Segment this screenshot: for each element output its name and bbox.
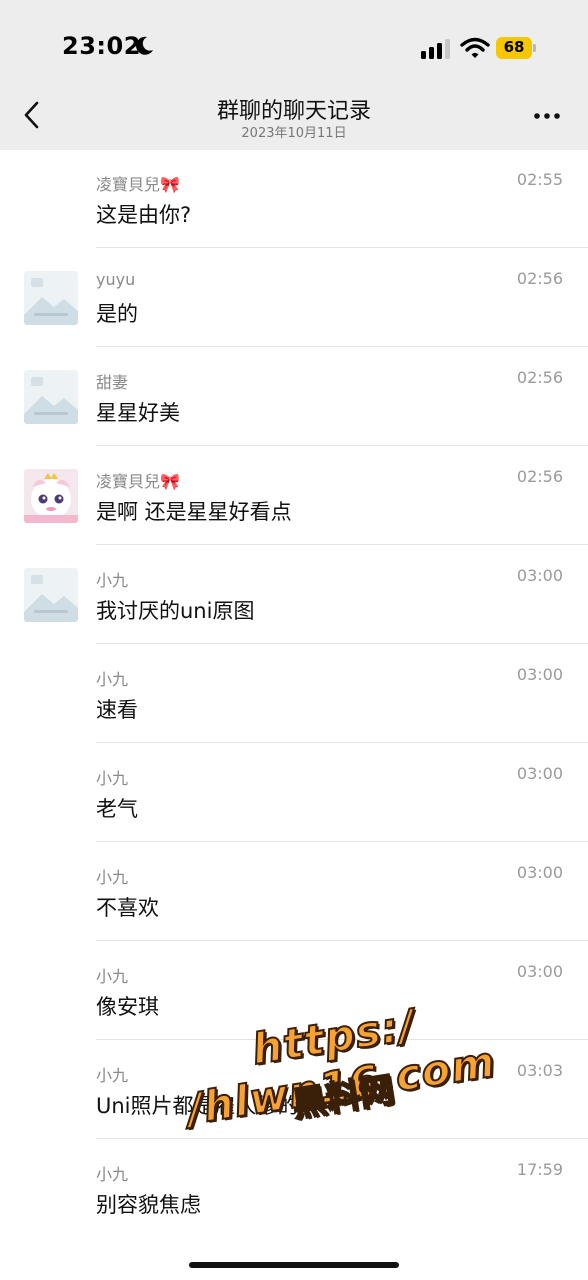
avatar-cartoon[interactable]: [24, 469, 78, 523]
message-row[interactable]: 凌寶貝兒🎀 02:55 这是由你?: [0, 150, 588, 247]
message-text: 老气: [96, 797, 138, 821]
message-sender: 小九: [96, 868, 129, 887]
message-row[interactable]: 小九 03:00 我讨厌的uni原图: [0, 544, 588, 643]
more-options-button[interactable]: [532, 106, 562, 126]
back-button[interactable]: [20, 100, 44, 130]
avatar-placeholder[interactable]: [24, 271, 78, 325]
message-time: 03:00: [516, 764, 563, 783]
message-time: 03:00: [516, 962, 563, 981]
message-sender: 小九: [96, 670, 129, 689]
message-text: 不喜欢: [96, 896, 159, 920]
row-divider: [96, 247, 588, 248]
wifi-icon: [460, 37, 490, 58]
message-time: 03:00: [516, 566, 563, 585]
message-sender: 小九: [96, 1165, 129, 1184]
message-sender: 甜妻: [96, 373, 129, 392]
message-text: 星星好美: [96, 401, 180, 425]
row-divider: [96, 742, 588, 743]
status-time: 23:02: [62, 32, 141, 60]
row-divider: [96, 346, 588, 347]
status-bar: 23:02 68: [0, 0, 588, 90]
message-sender: yuyu: [96, 270, 136, 289]
message-sender: 小九: [96, 571, 129, 590]
row-divider: [96, 544, 588, 545]
avatar-placeholder[interactable]: [24, 568, 78, 622]
row-divider: [96, 643, 588, 644]
message-text: 是啊 还是星星好看点: [96, 500, 292, 524]
top-bar: 23:02 68 群聊的聊天记录 2023年10月11日: [0, 0, 588, 150]
row-divider: [96, 445, 588, 446]
battery-indicator: 68: [496, 37, 536, 59]
message-time: 02:56: [516, 269, 563, 288]
message-row[interactable]: 小九 03:00 老气: [0, 742, 588, 841]
message-row[interactable]: 甜妻 02:56 星星好美: [0, 346, 588, 445]
message-text: 是的: [96, 302, 138, 326]
message-sender: 小九: [96, 967, 129, 986]
message-text: 速看: [96, 698, 138, 722]
message-time: 03:00: [516, 863, 563, 882]
moon-icon: [136, 36, 153, 55]
message-row[interactable]: 小九 03:00 不喜欢: [0, 841, 588, 940]
message-row[interactable]: 小九 03:00 速看: [0, 643, 588, 742]
row-divider: [96, 841, 588, 842]
message-text: 像安琪: [96, 995, 159, 1019]
message-text: 我讨厌的uni原图: [96, 599, 255, 623]
message-sender: 小九: [96, 769, 129, 788]
message-sender: 凌寶貝兒🎀: [96, 175, 180, 194]
cellular-signal-icon: [421, 39, 450, 59]
message-row[interactable]: yuyu 02:56 是的: [0, 247, 588, 346]
message-time: 17:59: [516, 1160, 563, 1179]
battery-level: 68: [503, 38, 525, 56]
message-text: 别容貌焦虑: [96, 1193, 201, 1217]
row-divider: [96, 940, 588, 941]
avatar-placeholder[interactable]: [24, 370, 78, 424]
message-time: 02:55: [516, 170, 563, 189]
message-time: 02:56: [516, 467, 563, 486]
page-subtitle-date: 2023年10月11日: [241, 126, 347, 141]
message-time: 03:00: [516, 665, 563, 684]
message-sender: 凌寶貝兒🎀: [96, 472, 180, 491]
message-row[interactable]: 凌寶貝兒🎀 02:56 是啊 还是星星好看点: [0, 445, 588, 544]
message-row[interactable]: 小九 17:59 别容貌焦虑: [0, 1138, 588, 1237]
home-indicator[interactable]: [189, 1262, 399, 1268]
message-time: 02:56: [516, 368, 563, 387]
message-text: 这是由你?: [96, 203, 192, 227]
page-title: 群聊的聊天记录: [216, 99, 371, 124]
